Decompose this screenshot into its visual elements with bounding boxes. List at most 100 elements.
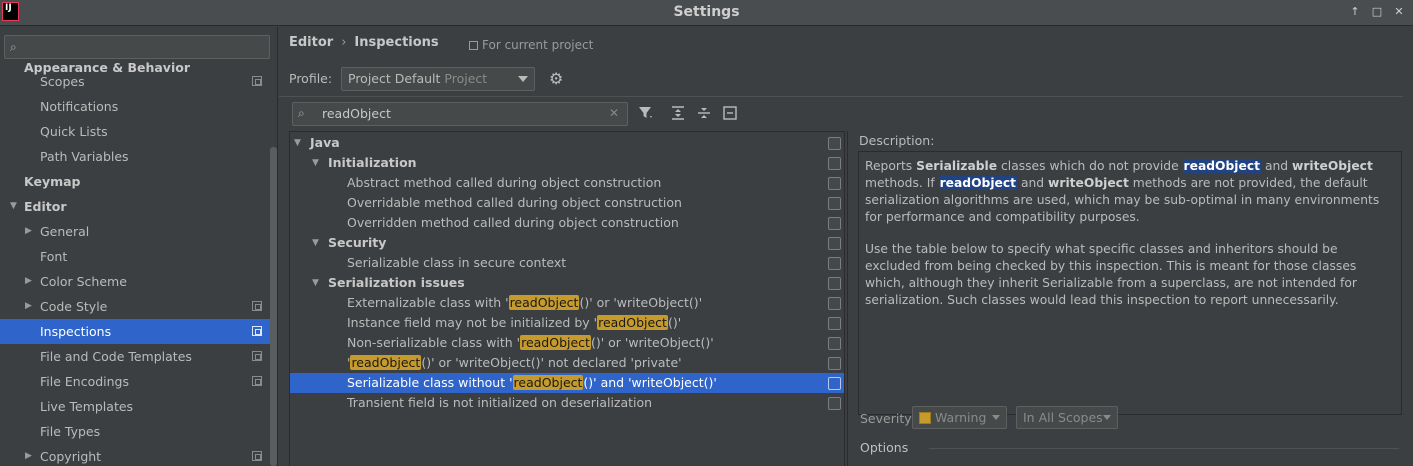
inspection-item[interactable]: Overridable method called during object … bbox=[290, 193, 844, 213]
settings-sidebar: ⌕ Appearance & Behavior Scopes Notificatio… bbox=[0, 27, 278, 466]
sidebar-item-code-style[interactable]: ▶ Code Style bbox=[0, 294, 270, 319]
inspection-item[interactable]: Abstract method called during object con… bbox=[290, 173, 844, 193]
search-match-highlight: readObject bbox=[512, 375, 584, 390]
for-project-label: For current project bbox=[482, 38, 594, 52]
sidebar-item-inspections[interactable]: Inspections bbox=[0, 319, 270, 344]
chevron-down-icon bbox=[518, 76, 528, 82]
inspection-group[interactable]: ▼ Java bbox=[290, 133, 844, 153]
breadcrumb-separator: › bbox=[341, 35, 347, 50]
sidebar-item-font[interactable]: Font bbox=[0, 244, 270, 269]
sidebar-item-scopes[interactable]: Scopes bbox=[0, 69, 270, 94]
enable-checkbox[interactable] bbox=[828, 297, 841, 310]
sidebar-scrollbar[interactable] bbox=[270, 147, 277, 466]
sidebar-item-label: Code Style bbox=[40, 299, 108, 314]
filter-icon[interactable] bbox=[637, 105, 655, 123]
inspection-group[interactable]: ▼ Security bbox=[290, 233, 844, 253]
enable-checkbox[interactable] bbox=[828, 377, 841, 390]
inspection-label-text: Instance field may not be initialized by… bbox=[347, 315, 598, 330]
collapse-arrow-icon[interactable]: ▶ bbox=[25, 444, 32, 466]
breadcrumb-inspections: Inspections bbox=[354, 35, 439, 50]
collapse-arrow-icon[interactable]: ▶ bbox=[25, 269, 32, 294]
gear-icon[interactable]: ⚙ bbox=[549, 69, 567, 89]
desc-keyword: writeObject bbox=[1291, 159, 1373, 173]
maximize-button[interactable]: □ bbox=[1369, 5, 1385, 19]
inspection-label: 'readObject()' or 'writeObject()' not de… bbox=[347, 353, 682, 373]
inspection-label-text: ()' bbox=[667, 315, 682, 330]
breadcrumb: Editor › Inspections bbox=[289, 35, 439, 50]
inspection-item[interactable]: Instance field may not be initialized by… bbox=[290, 313, 844, 333]
expand-arrow-icon[interactable]: ▼ bbox=[312, 273, 319, 293]
sidebar-item-label: Color Scheme bbox=[40, 274, 127, 289]
enable-checkbox[interactable] bbox=[828, 337, 841, 350]
collapse-arrow-icon[interactable]: ▶ bbox=[25, 219, 32, 244]
sidebar-item-general[interactable]: ▶ General bbox=[0, 219, 270, 244]
description-paragraph: Use the table below to specify what spec… bbox=[865, 242, 1357, 307]
sidebar-item-editor[interactable]: ▼ Editor bbox=[0, 194, 270, 219]
enable-checkbox[interactable] bbox=[828, 257, 841, 270]
sidebar-item-label: General bbox=[40, 224, 90, 239]
sidebar-item-color-scheme[interactable]: ▶ Color Scheme bbox=[0, 269, 270, 294]
inspection-label: Serializable class in secure context bbox=[347, 253, 566, 273]
inspection-search-input[interactable]: ⌕ readObject ✕ bbox=[292, 102, 628, 126]
enable-checkbox[interactable] bbox=[828, 317, 841, 330]
inspection-label-text: ()' or 'writeObject()' bbox=[590, 335, 714, 350]
search-match-highlight: readObject bbox=[520, 335, 591, 350]
enable-checkbox[interactable] bbox=[828, 137, 841, 150]
inspection-item[interactable]: Serializable class in secure context bbox=[290, 253, 844, 273]
desc-text: Reports bbox=[865, 159, 917, 173]
breadcrumb-editor[interactable]: Editor bbox=[289, 35, 333, 50]
expand-arrow-icon[interactable]: ▼ bbox=[294, 133, 301, 153]
inspection-label: Overridable method called during object … bbox=[347, 193, 682, 213]
search-match-highlight: readObject bbox=[508, 295, 580, 310]
desc-match: readObject bbox=[938, 176, 1018, 190]
severity-dropdown[interactable]: Warning bbox=[912, 406, 1007, 429]
inspection-label: Non-serializable class with 'readObject(… bbox=[347, 333, 714, 353]
reset-icon[interactable] bbox=[721, 105, 739, 123]
expand-arrow-icon[interactable]: ▼ bbox=[312, 233, 319, 253]
inspection-item[interactable]: Serializable class without 'readObject()… bbox=[290, 373, 844, 393]
sidebar-item-label: Keymap bbox=[24, 174, 81, 189]
enable-checkbox[interactable] bbox=[828, 237, 841, 250]
project-settings-icon bbox=[252, 326, 262, 336]
inspection-item[interactable]: 'readObject()' or 'writeObject()' not de… bbox=[290, 353, 844, 373]
inspection-item[interactable]: Externalizable class with 'readObject()'… bbox=[290, 293, 844, 313]
sidebar-item-keymap[interactable]: Keymap bbox=[0, 169, 270, 194]
sidebar-item-label: Notifications bbox=[40, 99, 119, 114]
sidebar-item-label: Font bbox=[40, 249, 68, 264]
inspections-panel: Editor › Inspections For current project P… bbox=[279, 27, 1413, 466]
inspection-group[interactable]: ▼ Initialization bbox=[290, 153, 844, 173]
enable-checkbox[interactable] bbox=[828, 177, 841, 190]
sidebar-item-file-types[interactable]: File Types bbox=[0, 419, 270, 444]
enable-checkbox[interactable] bbox=[828, 397, 841, 410]
sidebar-item-live-templates[interactable]: Live Templates bbox=[0, 394, 270, 419]
collapse-all-icon[interactable] bbox=[695, 105, 713, 123]
collapse-arrow-icon[interactable]: ▶ bbox=[25, 294, 32, 319]
project-settings-icon bbox=[252, 76, 262, 86]
enable-checkbox[interactable] bbox=[828, 277, 841, 290]
minimize-button[interactable]: ↑ bbox=[1347, 5, 1363, 19]
search-icon: ⌕ bbox=[10, 40, 17, 54]
scope-dropdown[interactable]: In All Scopes bbox=[1016, 406, 1118, 429]
enable-checkbox[interactable] bbox=[828, 357, 841, 370]
expand-arrow-icon[interactable]: ▼ bbox=[312, 153, 319, 173]
inspection-item[interactable]: Overridden method called during object c… bbox=[290, 213, 844, 233]
inspection-item[interactable]: Non-serializable class with 'readObject(… bbox=[290, 333, 844, 353]
sidebar-item-file-and-code-templates[interactable]: File and Code Templates bbox=[0, 344, 270, 369]
expand-arrow-icon[interactable]: ▼ bbox=[10, 194, 17, 219]
expand-all-icon[interactable] bbox=[669, 105, 687, 123]
sidebar-item-copyright[interactable]: ▶ Copyright bbox=[0, 444, 270, 466]
sidebar-item-file-encodings[interactable]: File Encodings bbox=[0, 369, 270, 394]
enable-checkbox[interactable] bbox=[828, 217, 841, 230]
close-button[interactable]: ✕ bbox=[1391, 5, 1407, 19]
window-title: Settings bbox=[673, 4, 740, 20]
enable-checkbox[interactable] bbox=[828, 197, 841, 210]
inspection-item[interactable]: Transient field is not initialized on de… bbox=[290, 393, 844, 413]
sidebar-item-path-variables[interactable]: Path Variables bbox=[0, 144, 270, 169]
enable-checkbox[interactable] bbox=[828, 157, 841, 170]
clear-icon[interactable]: ✕ bbox=[609, 106, 619, 120]
sidebar-item-notifications[interactable]: Notifications bbox=[0, 94, 270, 119]
profile-dropdown[interactable]: Project Default Project bbox=[341, 67, 535, 91]
inspection-group[interactable]: ▼ Serialization issues bbox=[290, 273, 844, 293]
divider bbox=[929, 448, 1399, 449]
sidebar-item-quick-lists[interactable]: Quick Lists bbox=[0, 119, 270, 144]
